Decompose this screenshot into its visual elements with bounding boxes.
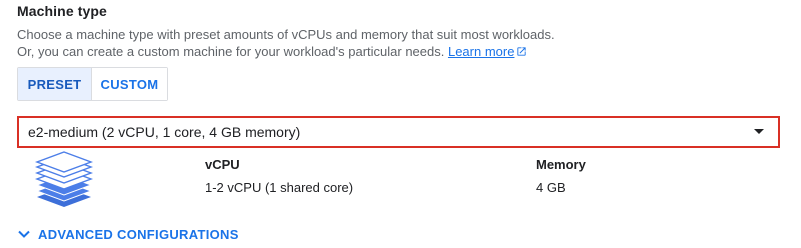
vcpu-label: vCPU — [205, 157, 240, 172]
learn-more-label: Learn more — [447, 44, 515, 59]
section-description: Choose a machine type with preset amount… — [17, 26, 555, 60]
vcpu-value: 1-2 vCPU (1 shared core) — [205, 180, 354, 195]
open-in-new-icon — [517, 47, 527, 56]
memory-label: Memory — [536, 157, 586, 172]
memory-value: 4 GB — [536, 180, 566, 195]
advanced-configurations-toggle[interactable]: ADVANCED CONFIGURATIONS — [17, 224, 239, 244]
machine-type-select-value: e2-medium (2 vCPU, 1 core, 4 GB memory) — [28, 124, 301, 140]
section-title: Machine type — [17, 3, 107, 19]
chevron-down-icon — [18, 230, 30, 238]
machine-type-section: Machine type Choose a machine type with … — [0, 0, 801, 248]
preset-toggle-button[interactable]: PRESET — [18, 68, 92, 100]
learn-more-link[interactable]: Learn more — [448, 44, 527, 59]
description-line-2-text: Or, you can create a custom machine for … — [17, 44, 448, 59]
caret-down-icon — [754, 129, 764, 134]
machine-type-select[interactable]: e2-medium (2 vCPU, 1 core, 4 GB memory) — [17, 116, 780, 148]
custom-toggle-button[interactable]: CUSTOM — [92, 68, 167, 100]
machine-type-toggle-group: PRESET CUSTOM — [17, 67, 168, 101]
description-line-2: Or, you can create a custom machine for … — [17, 43, 555, 60]
description-line-1: Choose a machine type with preset amount… — [17, 27, 555, 42]
layers-icon — [34, 151, 94, 207]
advanced-configurations-label: ADVANCED CONFIGURATIONS — [38, 226, 239, 242]
